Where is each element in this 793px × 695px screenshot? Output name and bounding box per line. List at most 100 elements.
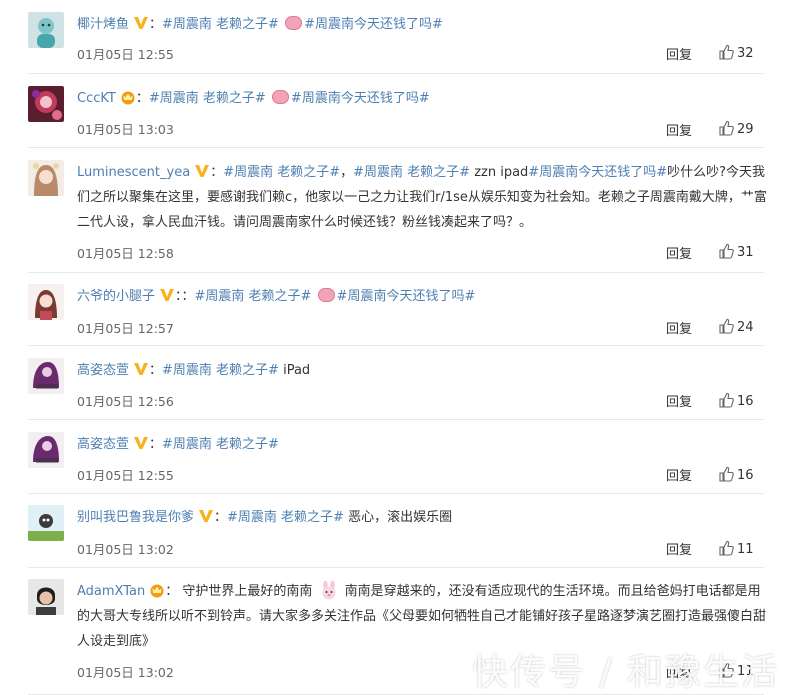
comment-time: 01月05日 12:55 [77,468,174,483]
comment-time: 01月05日 13:02 [77,665,174,680]
separator: ： [210,165,224,180]
hashtag-link[interactable]: #周震南 老赖之子# [162,17,279,32]
comment-body: iPad [278,363,311,378]
avatar[interactable] [28,86,64,122]
comment-time: 01月05日 13:02 [77,542,174,557]
like-button[interactable]: 32 [718,44,754,61]
crown-badge-icon [120,89,136,105]
avatar[interactable] [28,284,64,320]
username-link[interactable]: 六爷的小腿子 [77,289,155,304]
vip-badge-icon [159,287,175,303]
reply-button[interactable]: 回复 [666,243,692,262]
vip-badge-icon [133,15,149,31]
comment-body: 恶心，滚出娱乐圈 [343,510,453,525]
brain-emoji-icon [271,90,289,104]
thumbs-up-icon [719,392,734,408]
like-count: 32 [737,46,754,61]
like-count: 29 [737,122,754,137]
username-link[interactable]: Luminescent_yea [77,165,190,180]
hashtag-link[interactable]: #周震南 老赖之子# [227,510,344,525]
username-link[interactable]: AdamXTan [77,584,145,599]
reply-button[interactable]: 回复 [666,391,692,410]
like-button[interactable]: 29 [718,120,754,137]
username-link[interactable]: CccKT [77,91,116,106]
separator: ： [149,363,163,378]
thumbs-up-icon [719,318,734,334]
hashtag-link[interactable]: #周震南 老赖之子# [162,363,279,378]
like-count: 11 [737,542,754,557]
comment-item: CccKT ：#周震南 老赖之子# #周震南今天还钱了吗# 01月05日 13:0… [0,86,793,148]
crown-badge-icon [149,582,165,598]
reply-button[interactable]: 回复 [666,465,692,484]
vip-badge-icon [194,163,210,179]
hashtag-link[interactable]: #周震南今天还钱了吗# [528,165,667,180]
vip-badge-icon [133,435,149,451]
hashtag-link[interactable]: #周震南 老赖之子# [149,91,266,106]
comment-time: 01月05日 13:03 [77,122,174,137]
separator: ： [149,17,163,32]
separator: ： [214,510,228,525]
thumbs-up-icon [719,120,734,136]
comment-text: 高姿态萱 ：#周震南 老赖之子# [77,432,767,457]
bunny-emoji-icon [319,580,339,600]
hashtag-link[interactable]: #周震南 老赖之子# [353,165,470,180]
avatar[interactable] [28,432,64,468]
separator: ， [340,165,354,180]
comment-item: 六爷的小腿子 ：：#周震南 老赖之子# #周震南今天还钱了吗# 01月05日 12… [0,284,793,346]
like-count: 16 [737,468,754,483]
hashtag-link[interactable]: #周震南今天还钱了吗# [291,91,430,106]
comment-text: 六爷的小腿子 ：：#周震南 老赖之子# #周震南今天还钱了吗# [77,284,767,309]
comment-text: 高姿态萱 ：#周震南 老赖之子# iPad [77,358,767,383]
comment-text: CccKT ：#周震南 老赖之子# #周震南今天还钱了吗# [77,86,767,111]
like-count: 31 [737,245,754,260]
like-button[interactable]: 31 [718,243,754,260]
username-link[interactable]: 高姿态萱 [77,363,129,378]
thumbs-up-icon [719,243,734,259]
comment-item: Luminescent_yea ：#周震南 老赖之子#，#周震南 老赖之子# zz… [0,160,793,273]
hashtag-link[interactable]: #周震南今天还钱了吗# [304,17,443,32]
like-button[interactable]: 16 [718,392,754,409]
avatar[interactable] [28,579,64,615]
vip-badge-icon [198,508,214,524]
avatar[interactable] [28,160,64,196]
separator: ： [165,584,179,599]
comment-time: 01月05日 12:57 [77,321,174,336]
like-button[interactable]: 11 [718,540,754,557]
avatar[interactable] [28,505,64,541]
reply-button[interactable]: 回复 [666,539,692,558]
username-link[interactable]: 高姿态萱 [77,437,129,452]
comment-text: 椰汁烤鱼 ：#周震南 老赖之子# #周震南今天还钱了吗# [77,12,767,37]
thumbs-up-icon [719,540,734,556]
comment-body: zzn ipad [470,165,529,180]
avatar[interactable] [28,12,64,48]
hashtag-link[interactable]: #周震南 老赖之子# [223,165,340,180]
comment-body: 守护世界上最好的南南 [178,584,313,599]
like-count: 16 [737,394,754,409]
like-button[interactable]: 16 [718,466,754,483]
comment-item: 高姿态萱 ：#周震南 老赖之子# iPad 01月05日 12:56 回复 16 [0,358,793,420]
separator: ：： [175,289,195,304]
separator: ： [135,91,149,106]
comment-time: 01月05日 12:55 [77,47,174,62]
username-link[interactable]: 椰汁烤鱼 [77,17,129,32]
thumbs-up-icon [719,466,734,482]
comment-item: 高姿态萱 ：#周震南 老赖之子# 01月05日 12:55 回复 16 [0,432,793,494]
comment-text: 别叫我巴鲁我是你爹 ：#周震南 老赖之子# 恶心，滚出娱乐圈 [77,505,767,530]
like-button[interactable]: 24 [718,318,754,335]
comment-time: 01月05日 12:58 [77,246,174,261]
hashtag-link[interactable]: #周震南 老赖之子# [195,289,312,304]
comment-text: Luminescent_yea ：#周震南 老赖之子#，#周震南 老赖之子# zz… [77,160,767,235]
avatar[interactable] [28,358,64,394]
hashtag-link[interactable]: #周震南 老赖之子# [162,437,279,452]
username-link[interactable]: 别叫我巴鲁我是你爹 [77,510,194,525]
reply-button[interactable]: 回复 [666,318,692,337]
comment-item: 椰汁烤鱼 ：#周震南 老赖之子# #周震南今天还钱了吗# 01月05日 12:55… [0,12,793,74]
like-count: 24 [737,320,754,335]
comment-item: 别叫我巴鲁我是你爹 ：#周震南 老赖之子# 恶心，滚出娱乐圈 01月05日 13:… [0,505,793,568]
brain-emoji-icon [285,16,303,30]
reply-button[interactable]: 回复 [666,120,692,139]
separator: ： [149,437,163,452]
hashtag-link[interactable]: #周震南今天还钱了吗# [337,289,476,304]
watermark-text: 快传号 / 和豫生活 [472,652,780,693]
reply-button[interactable]: 回复 [666,44,692,63]
